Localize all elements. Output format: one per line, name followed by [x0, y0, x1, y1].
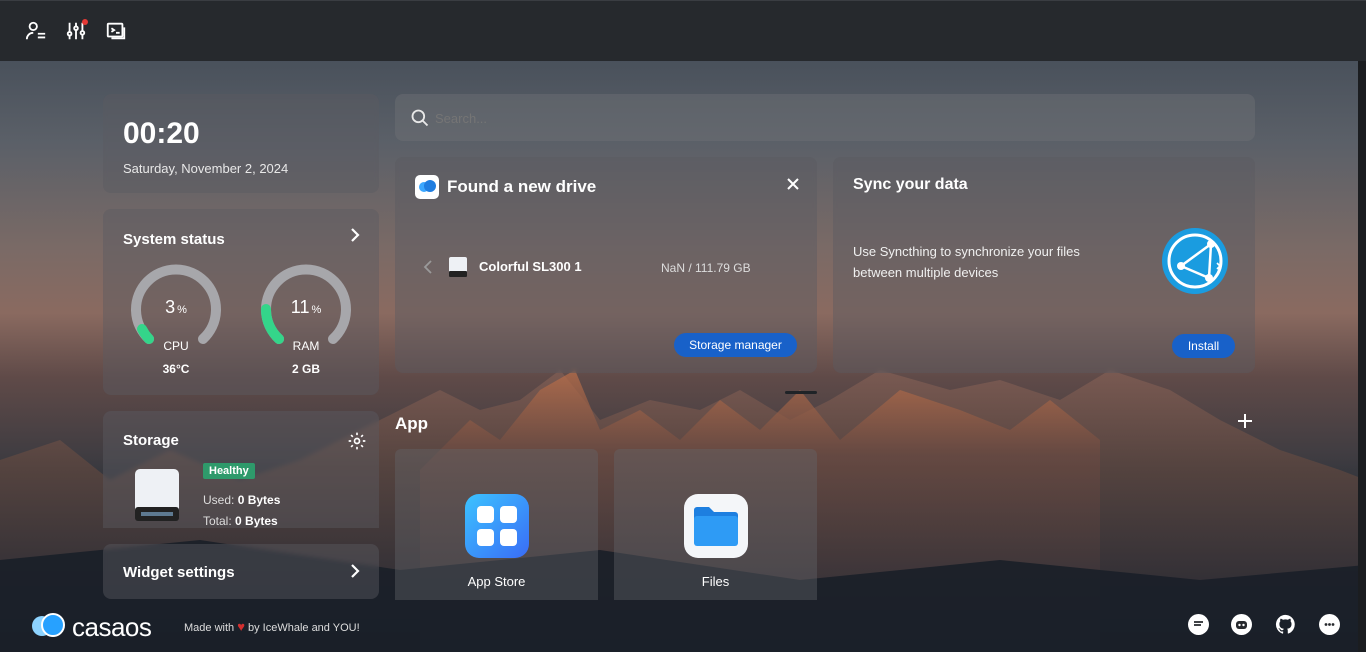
folder-icon — [684, 494, 748, 558]
ram-size: 2 GB — [291, 362, 320, 376]
search-icon — [411, 109, 429, 127]
app-tile-files[interactable]: Files — [614, 449, 817, 600]
chevron-right-icon — [348, 563, 362, 584]
drive-icon — [449, 257, 467, 277]
made-with-text: Made with ♥ by IceWhale and YOU! — [184, 619, 360, 634]
search-bar[interactable] — [395, 94, 1255, 141]
ram-value: 11% — [290, 297, 322, 317]
discord-icon[interactable] — [1231, 614, 1252, 635]
drive-name: Colorful SL300 1 — [479, 259, 582, 274]
chevron-right-icon[interactable] — [348, 227, 362, 248]
widget-settings-label: Widget settings — [123, 564, 235, 581]
top-bar — [0, 0, 1366, 61]
heart-icon: ♥ — [237, 619, 245, 634]
add-app-icon[interactable] — [1236, 412, 1254, 435]
widget-settings-button[interactable]: Widget settings — [103, 544, 379, 599]
app-tile-app-store[interactable]: App Store — [395, 449, 598, 600]
system-status-widget: System status 3% CPU 36°C 11% RAM 2 GB — [103, 209, 379, 395]
apps-title: App — [395, 414, 429, 433]
cpu-value: 3% — [165, 297, 187, 317]
clock-widget: 00:20 Saturday, November 2, 2024 — [103, 94, 379, 193]
github-icon[interactable] — [1275, 614, 1296, 635]
syncthing-icon — [1162, 228, 1228, 294]
user-settings-icon[interactable] — [24, 19, 48, 43]
search-input[interactable] — [435, 106, 1235, 130]
app-label: Files — [701, 574, 730, 589]
sync-title: Sync your data — [853, 176, 968, 193]
clock-time: 00:20 — [123, 117, 200, 150]
system-status-title: System status — [123, 231, 225, 248]
sync-widget: Sync your data Use Syncthing to synchron… — [833, 157, 1255, 373]
terminal-icon[interactable] — [104, 19, 128, 43]
storage-manager-button[interactable]: Storage manager — [674, 333, 797, 357]
clock-date: Saturday, November 2, 2024 — [123, 161, 289, 176]
new-drive-widget: Found a new drive Colorful SL300 1 NaN /… — [395, 157, 817, 373]
storage-total: Total: 0 Bytes — [203, 514, 278, 528]
notification-dot — [82, 19, 88, 25]
ram-label: RAM — [292, 339, 320, 353]
footer: casaos Made with ♥ by IceWhale and YOU! — [0, 600, 1366, 652]
carousel-indicator[interactable] — [785, 391, 817, 394]
drive-size: NaN / 111.79 GB — [661, 261, 751, 275]
close-icon[interactable] — [785, 176, 801, 197]
status-badge: Healthy — [203, 463, 255, 479]
cpu-label: CPU — [163, 339, 189, 353]
new-drive-title: Found a new drive — [447, 177, 597, 196]
sync-description: Use Syncthing to synchronize your files … — [853, 244, 1080, 280]
install-button[interactable]: Install — [1172, 334, 1235, 358]
storage-used: Used: 0 Bytes — [203, 493, 281, 507]
app-label: App Store — [467, 574, 526, 589]
chat-icon[interactable] — [1319, 614, 1340, 635]
gear-icon[interactable] — [347, 431, 367, 456]
disk-icon — [135, 469, 179, 521]
storage-widget: Storage Healthy Used: 0 Bytes Total: 0 B… — [103, 411, 379, 528]
casaos-logo-icon — [415, 175, 439, 199]
cpu-temp: 36°C — [162, 362, 190, 376]
scrollbar[interactable] — [1358, 61, 1366, 652]
chevron-left-icon[interactable] — [423, 259, 433, 280]
feedback-icon[interactable] — [1188, 614, 1209, 635]
app-store-icon — [465, 494, 529, 558]
storage-title: Storage — [123, 432, 179, 449]
sliders-icon[interactable] — [64, 19, 88, 43]
